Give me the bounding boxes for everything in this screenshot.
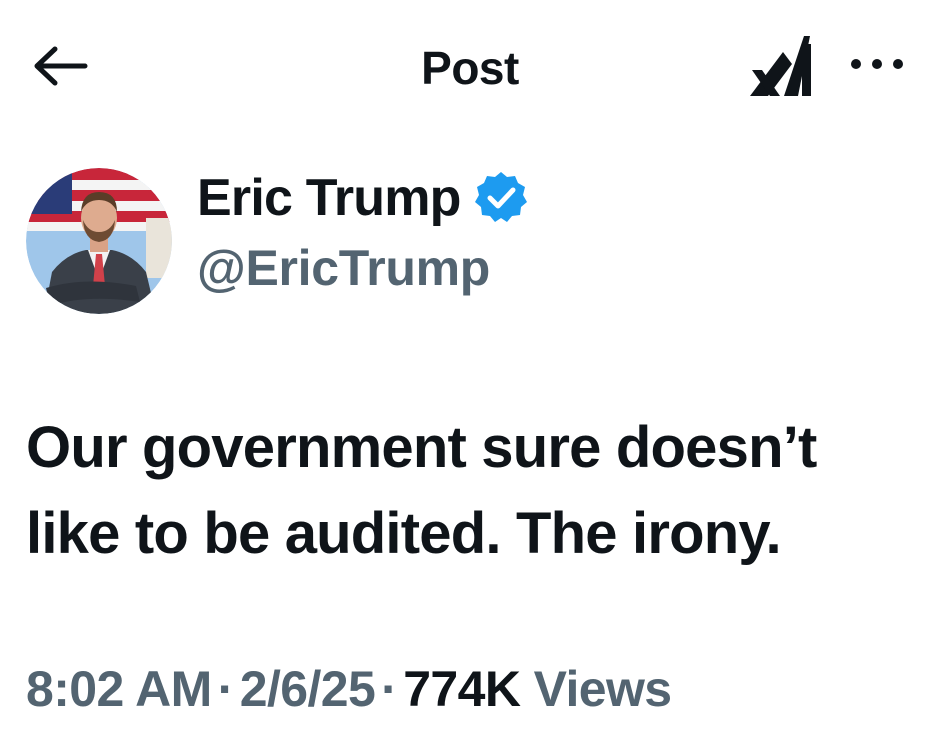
post-text-line: like to be audited. The irony. [26,501,782,566]
author-name[interactable]: Eric Trump [197,168,461,228]
post-meta: 8:02 AM · 2/6/25 · 774K Views [26,658,926,720]
more-horizontal-icon [848,56,906,77]
more-options-button[interactable] [846,50,908,82]
views-count[interactable]: 774K [403,661,521,717]
author-handle[interactable]: @EricTrump [197,238,490,298]
grok-button[interactable] [748,30,814,104]
verified-badge-icon[interactable] [473,170,529,226]
meta-separator: · [217,661,235,717]
meta-separator: · [381,661,398,717]
avatar[interactable] [26,168,172,314]
post-text: Our government sure doesn’t like to be a… [26,405,926,577]
author-name-row: Eric Trump [197,168,529,228]
post-page: Post Eric Trump @EricTrump Our governmen… [0,0,940,741]
post-text-line: Our government sure doesn’t [26,415,817,480]
top-bar: Post [0,0,940,130]
grok-logo-icon [748,36,814,108]
post-date[interactable]: 2/6/25 [240,661,376,717]
post-time[interactable]: 8:02 AM [26,661,212,717]
post-author: Eric Trump @EricTrump [26,168,906,318]
views-label[interactable]: Views [534,661,672,717]
